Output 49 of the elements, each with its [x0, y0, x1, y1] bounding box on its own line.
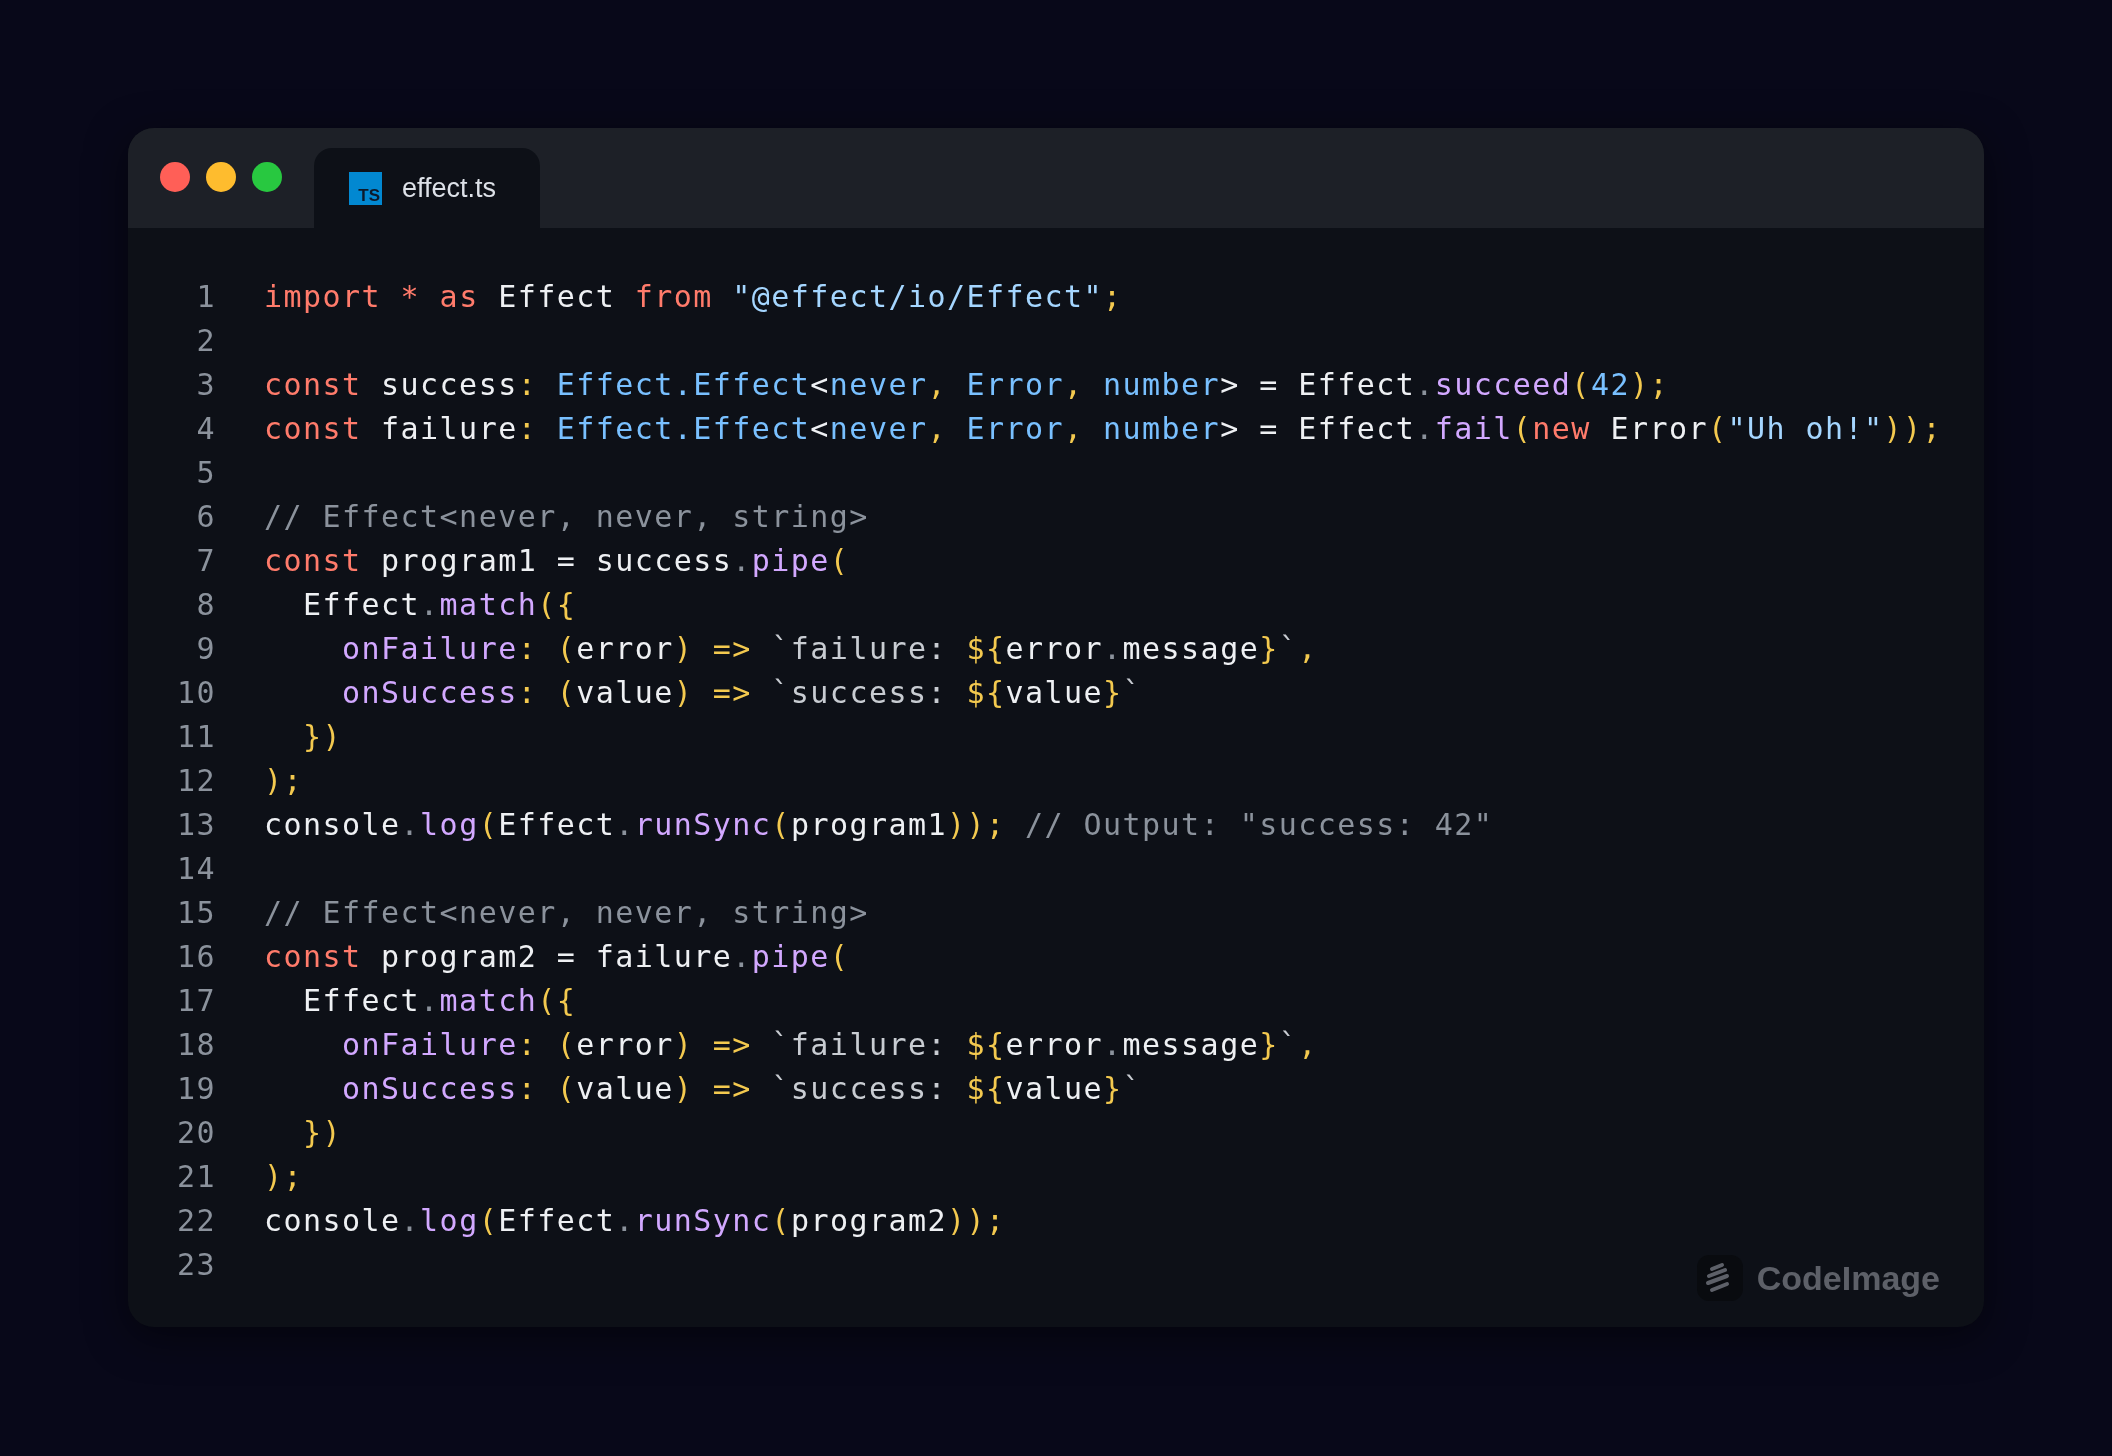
line-number: 13 — [175, 806, 216, 842]
code-line: const program2 = failure.pipe( — [264, 938, 850, 974]
code-line: onFailure: (error) => `failure: ${error.message}`, — [341, 630, 1318, 666]
line-number: 21 — [175, 1158, 216, 1194]
code-line: onFailure: (error) => `failure: ${error.message}`, — [341, 1026, 1318, 1062]
line-number: 11 — [175, 718, 216, 754]
code-line: console.log(Effect.runSync(program1)); // Output: "success: 42" — [264, 806, 1494, 842]
code-line: ); — [264, 1158, 304, 1194]
code-line: onSuccess: (value) => `success: ${value}` — [341, 1070, 1143, 1106]
line-number: 19 — [175, 1070, 216, 1106]
line-number: 4 — [195, 410, 216, 446]
brand-logo-text: CodeImage — [1756, 1258, 1940, 1298]
code-line: }) — [302, 718, 343, 754]
line-number: 20 — [175, 1114, 216, 1150]
line-number: 16 — [175, 938, 216, 974]
code-line: onSuccess: (value) => `success: ${value}` — [341, 674, 1143, 710]
code-line: import * as Effect from "@effect/io/Effect"; — [264, 278, 1123, 314]
line-number: 8 — [195, 586, 216, 622]
line-number: 22 — [175, 1202, 216, 1238]
typescript-file-icon: TS — [349, 171, 382, 205]
code-line: Effect.match({ — [302, 982, 577, 1018]
window-control-button[interactable] — [160, 162, 190, 192]
line-number: 6 — [195, 498, 216, 534]
logo-icon — [1696, 1255, 1743, 1301]
line-number: 3 — [195, 366, 216, 402]
code-line: // Effect<never, never, string> — [264, 498, 869, 534]
line-number: 14 — [175, 850, 216, 886]
code-line: ); — [264, 762, 304, 798]
line-number: 12 — [175, 762, 216, 798]
line-number: 5 — [195, 454, 216, 490]
line-number: 10 — [175, 674, 216, 710]
file-tab[interactable]: TS effect.ts — [314, 148, 541, 228]
line-number: 1 — [195, 278, 216, 314]
line-number: 9 — [195, 630, 216, 666]
line-number: 23 — [175, 1246, 216, 1282]
line-number: 15 — [175, 894, 216, 930]
line-number: 7 — [195, 542, 216, 578]
code-line: // Effect<never, never, string> — [264, 894, 869, 930]
code-line: const program1 = success.pipe( — [264, 542, 850, 578]
code-line: Effect.match({ — [302, 586, 577, 622]
code-line: const success: Effect.Effect<never, Error, number> = Effect.succeed(42); — [264, 366, 1669, 402]
line-number: 17 — [175, 982, 216, 1018]
line-number: 2 — [195, 322, 216, 358]
code-line: console.log(Effect.runSync(program2)); — [264, 1202, 1006, 1238]
window-control-button[interactable] — [252, 162, 282, 192]
window-control-button[interactable] — [206, 162, 236, 192]
code-line: }) — [302, 1114, 343, 1150]
line-number: 18 — [175, 1026, 216, 1062]
code-line: const failure: Effect.Effect<never, Error, number> = Effect.fail(new Error("Uh oh!")); — [264, 410, 1943, 446]
